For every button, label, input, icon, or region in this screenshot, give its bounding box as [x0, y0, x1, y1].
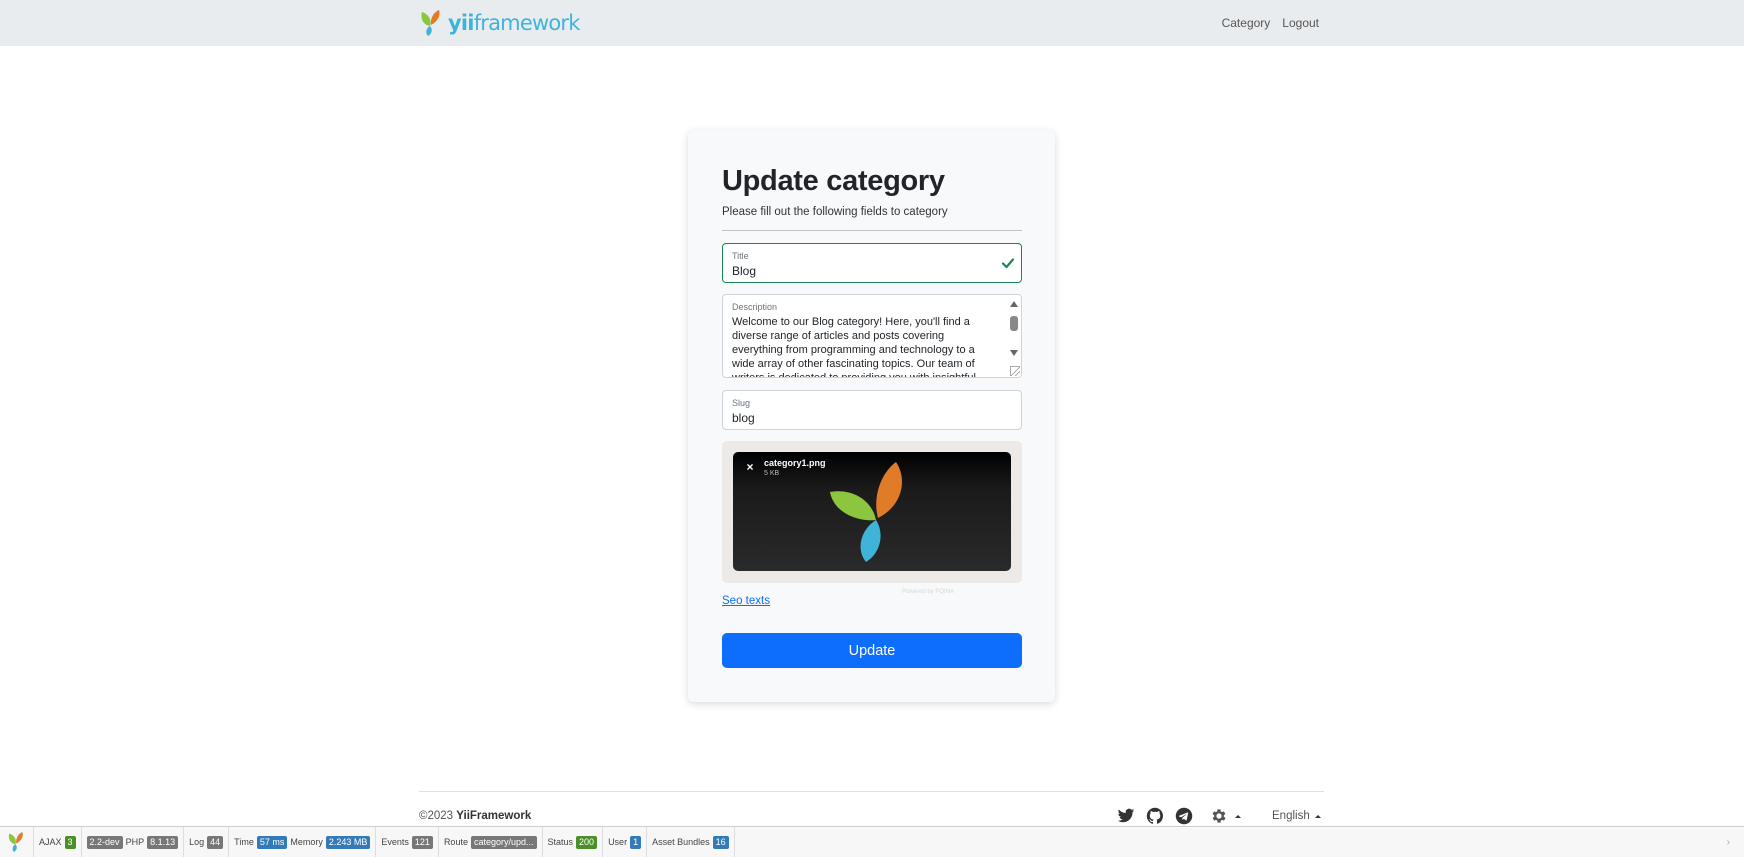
page-subtitle: Please fill out the following fields to …	[722, 206, 948, 218]
debug-log-count: 44	[207, 835, 224, 849]
language-label: English	[1272, 810, 1310, 822]
debug-php-label: PHP	[125, 837, 145, 847]
debug-version[interactable]: 2.2-dev PHP 8.1.13	[82, 826, 185, 857]
yii-logo-icon	[8, 832, 23, 852]
scroll-up-arrow-icon[interactable]	[1010, 301, 1018, 307]
copyright: ©2023 YiiFramework	[419, 810, 531, 822]
social-links	[1117, 807, 1193, 825]
debug-route-value: category/upd...	[470, 835, 537, 849]
debug-time-value: 57 ms	[256, 835, 288, 849]
debug-yii-version: 2.2-dev	[86, 835, 123, 849]
update-category-card: Update category Please fill out the foll…	[688, 130, 1055, 702]
language-selector[interactable]: English	[1272, 810, 1321, 822]
debug-toolbar-toggle[interactable]: ›	[1727, 837, 1730, 848]
nav-links: Category Logout	[1222, 16, 1319, 30]
debug-status-label: Status	[547, 837, 574, 847]
image-preview: × category1.png 5 KB	[733, 452, 1011, 571]
debug-route-label: Route	[443, 837, 468, 847]
title-field-value: Blog	[732, 264, 757, 278]
footer-divider	[419, 791, 1324, 792]
yii-logo-icon	[421, 10, 440, 36]
debug-route[interactable]: Route category/upd...	[439, 826, 543, 857]
debug-ajax-count: 3	[64, 835, 76, 849]
debug-log[interactable]: Log 44	[184, 826, 230, 857]
seo-texts-link[interactable]: Seo texts	[722, 595, 770, 607]
debug-user-label: User	[608, 837, 628, 847]
valid-check-icon	[1001, 258, 1015, 269]
debug-asset-count: 16	[712, 835, 729, 849]
title-field-label: Title	[732, 251, 749, 261]
github-icon[interactable]	[1146, 807, 1164, 825]
copyright-name: YiiFramework	[456, 810, 532, 822]
description-textarea[interactable]: Description Welcome to our Blog category…	[722, 294, 1022, 378]
telegram-icon[interactable]	[1175, 807, 1193, 825]
scroll-thumb[interactable]	[1010, 316, 1018, 331]
slug-field-label: Slug	[732, 398, 751, 408]
debug-memory-label: Memory	[290, 837, 323, 847]
preview-logo-image	[830, 462, 902, 562]
slug-field[interactable]: Slug blog	[722, 390, 1022, 430]
powered-by-text: Powered by PQINA	[902, 589, 955, 595]
debug-ajax-label: AJAX	[39, 837, 62, 847]
nav-link-category[interactable]: Category	[1222, 16, 1271, 30]
debug-asset-bundles[interactable]: Asset Bundles 16	[647, 826, 735, 857]
debug-ajax[interactable]: AJAX 3	[34, 826, 82, 857]
scroll-down-arrow-icon[interactable]	[1010, 350, 1018, 356]
debug-toolbar-logo[interactable]	[0, 826, 34, 857]
debug-profiling[interactable]: Time 57 ms Memory 2.243 MB	[229, 826, 377, 857]
resize-handle-icon[interactable]	[1010, 366, 1020, 376]
title-field[interactable]: Title Blog	[722, 243, 1022, 283]
caret-up-icon	[1235, 814, 1241, 818]
brand-name: yiiframework	[448, 11, 580, 35]
debug-user[interactable]: User 1	[603, 826, 648, 857]
divider	[722, 230, 1022, 231]
copyright-year: ©2023	[419, 810, 454, 822]
gear-icon	[1212, 809, 1226, 823]
description-field-value: Welcome to our Blog category! Here, you'…	[732, 316, 976, 378]
debug-memory-value: 2.243 MB	[325, 835, 371, 849]
debug-asset-label: Asset Bundles	[652, 837, 710, 847]
debug-status-value: 200	[576, 835, 598, 849]
debug-events[interactable]: Events 121	[376, 826, 439, 857]
debug-log-label: Log	[189, 837, 205, 847]
debug-php-version: 8.1.13	[147, 835, 179, 849]
update-button[interactable]: Update	[722, 633, 1022, 668]
debug-user-value: 1	[630, 835, 642, 849]
top-navbar: yiiframework Category Logout	[0, 0, 1744, 46]
twitter-icon[interactable]	[1117, 807, 1135, 825]
debug-toolbar: AJAX 3 2.2-dev PHP 8.1.13 Log 44 Time 57…	[0, 826, 1744, 857]
nav-link-logout[interactable]: Logout	[1282, 16, 1319, 30]
debug-events-label: Events	[381, 837, 409, 847]
slug-field-value: blog	[732, 411, 755, 425]
page-title: Update category	[722, 165, 945, 197]
file-size: 5 KB	[764, 470, 780, 477]
caret-up-icon	[1314, 814, 1321, 818]
theme-switcher[interactable]	[1210, 807, 1241, 825]
debug-time-label: Time	[234, 837, 254, 847]
image-upload-area[interactable]: × category1.png 5 KB	[722, 441, 1022, 583]
debug-status[interactable]: Status 200	[543, 826, 604, 857]
debug-events-count: 121	[411, 835, 433, 849]
file-name: category1.png	[764, 458, 826, 468]
description-field-label: Description	[732, 302, 778, 312]
brand-logo-link[interactable]: yiiframework	[419, 9, 580, 37]
remove-file-button[interactable]: ×	[743, 460, 757, 474]
